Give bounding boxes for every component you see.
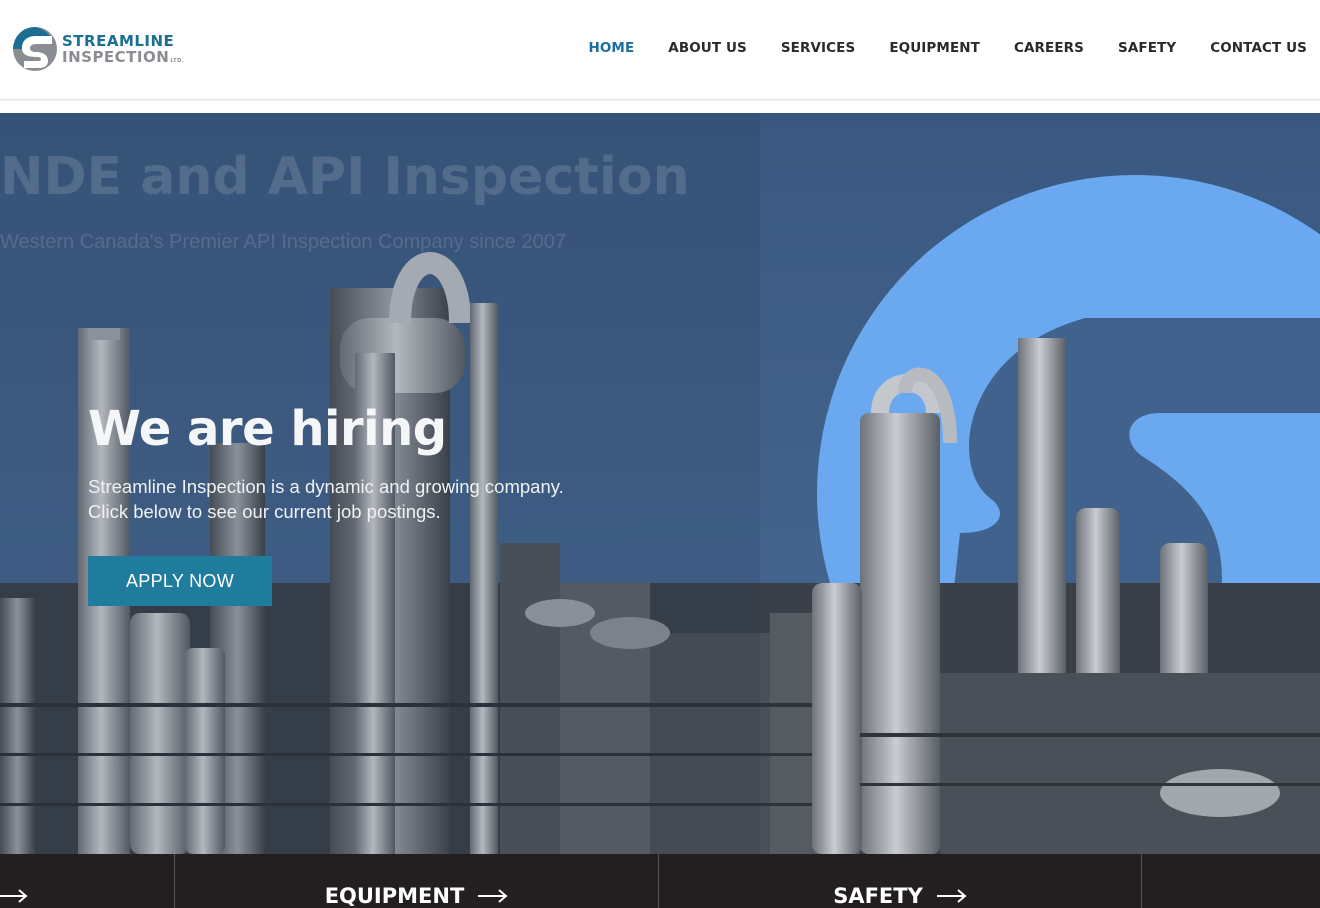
quick-links-divider xyxy=(1141,854,1142,908)
hero-banner: NDE and API Inspection Western Canada's … xyxy=(0,113,1320,854)
quick-links-bar: EQUIPMENT SAFETY xyxy=(0,854,1320,908)
streamline-logo-icon xyxy=(13,27,57,71)
logo-line2-text: INSPECTION xyxy=(62,48,170,66)
nav-careers[interactable]: CAREERS xyxy=(1014,40,1084,56)
quick-link-equipment-label: EQUIPMENT xyxy=(324,884,465,908)
nav-safety[interactable]: SAFETY xyxy=(1118,40,1176,56)
site-logo[interactable]: STREAMLINE INSPECTIONLTD. xyxy=(12,24,212,74)
arrow-right-icon xyxy=(936,889,967,903)
arrow-right-icon xyxy=(478,889,508,903)
logo-line1: STREAMLINE xyxy=(62,32,175,50)
main-nav: HOME ABOUT US SERVICES EQUIPMENT CAREERS… xyxy=(554,40,1307,56)
logo-wordmark: STREAMLINE INSPECTIONLTD. xyxy=(62,34,184,65)
quick-link-safety[interactable]: SAFETY xyxy=(659,854,1141,908)
hero-title: We are hiring xyxy=(88,401,447,457)
apply-now-button[interactable]: APPLY NOW xyxy=(88,555,272,606)
nav-contact-us[interactable]: CONTACT US xyxy=(1210,40,1307,56)
arrow-right-icon xyxy=(0,889,28,903)
hero-content: We are hiring Streamline Inspection is a… xyxy=(88,403,708,606)
hero-ghost-subtitle: Western Canada's Premier API Inspection … xyxy=(0,231,566,253)
quick-link-prev[interactable] xyxy=(0,854,174,908)
quick-link-equipment[interactable]: EQUIPMENT xyxy=(175,854,658,908)
nav-about-us[interactable]: ABOUT US xyxy=(668,40,747,56)
logo-line2: INSPECTIONLTD. xyxy=(62,50,184,65)
hero-description: Streamline Inspection is a dynamic and g… xyxy=(88,474,708,524)
nav-home[interactable]: HOME xyxy=(588,40,634,56)
logo-suffix: LTD. xyxy=(170,58,185,64)
nav-equipment[interactable]: EQUIPMENT xyxy=(889,40,980,56)
site-header: STREAMLINE INSPECTIONLTD. HOME ABOUT US … xyxy=(0,0,1320,100)
hero-description-line2: Click below to see our current job posti… xyxy=(88,500,441,522)
nav-services[interactable]: SERVICES xyxy=(781,40,855,56)
quick-link-safety-label: SAFETY xyxy=(833,884,923,908)
hero-description-line1: Streamline Inspection is a dynamic and g… xyxy=(88,475,564,497)
hero-ghost-title: NDE and API Inspection xyxy=(0,147,690,207)
